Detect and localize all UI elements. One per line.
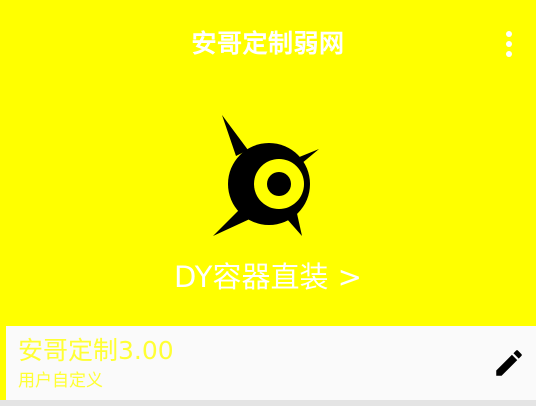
more-vert-icon-dot-bottom [506, 51, 512, 57]
profile-card[interactable]: 安哥定制3.00 用户自定义 [6, 326, 536, 400]
compass-eye-logo-icon [213, 115, 319, 236]
more-vert-icon-dot-top [506, 31, 512, 37]
app-screen: 安哥定制弱网 DY容器直装 > 安哥定制3.00 用户自定义 [0, 0, 536, 406]
dy-container-install-link[interactable]: DY容器直装 > [0, 258, 536, 296]
profile-card-title: 安哥定制3.00 [18, 336, 174, 365]
app-title: 安哥定制弱网 [191, 29, 345, 58]
bottom-divider [0, 400, 536, 406]
pencil-icon[interactable] [492, 346, 526, 380]
more-options-button[interactable] [502, 28, 516, 60]
profile-card-subtitle: 用户自定义 [18, 371, 103, 391]
more-vert-icon-dot-middle [506, 41, 512, 47]
